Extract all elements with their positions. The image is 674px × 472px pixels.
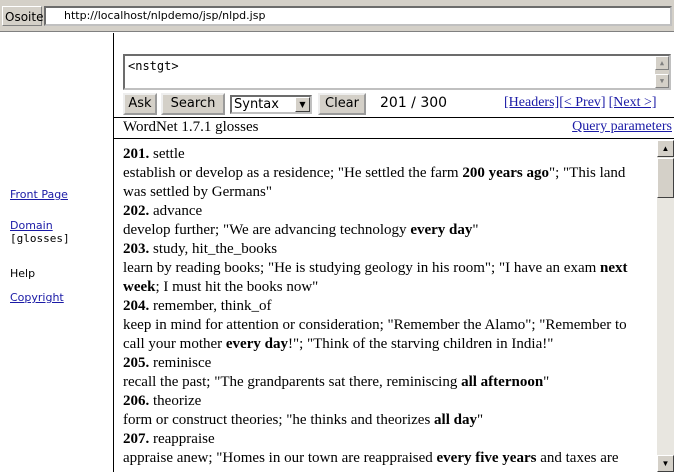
scroll-down-icon[interactable]: ▼ [655,74,669,88]
entry-word: advance [149,203,203,219]
entry-word: theorize [149,393,202,409]
entry-heading: 205. reminisce [123,354,648,373]
result-entry: 204. remember, think_of keep in mind for … [123,297,648,354]
scroll-down-icon[interactable]: ▼ [657,455,674,472]
entry-word: settle [149,146,185,162]
query-parameters-link[interactable]: Query parameters [572,119,672,135]
sidebar: Front Page Domain [glosses] Help Copyrig… [0,33,113,472]
entry-heading: 203. study, hit_the_books [123,240,648,259]
result-entry: 203. study, hit_the_books learn by readin… [123,240,648,297]
entry-heading: 207. reappraise [123,430,648,449]
next-link[interactable]: [Next >] [609,95,657,110]
entry-number: 203. [123,241,150,257]
entry-gloss: learn by reading books; "He is studying … [123,260,628,295]
results-title: WordNet 1.7.1 glosses [123,119,259,135]
ask-button[interactable]: Ask [123,93,157,115]
mode-selected: Syntax [234,97,279,112]
result-entry: 207. reappraise appraise anew; "Homes in … [123,430,648,468]
entry-number: 202. [123,203,150,219]
address-bar: Osoite http://localhost/nlpdemo/jsp/nlpd… [0,0,674,32]
domain-link[interactable]: Domain [10,219,53,232]
divider [113,117,674,118]
prev-link[interactable]: [< Prev] [559,95,605,110]
entry-gloss: develop further; "We are advancing techn… [123,222,479,238]
entry-number: 205. [123,355,150,371]
query-scrollbar[interactable]: ▲ ▼ [655,56,669,88]
domain-sub-label: [glosses] [10,232,70,245]
results-scrollbar[interactable]: ▲ ▼ [657,140,674,472]
entry-word: remember, think_of [149,298,272,314]
url-input[interactable]: http://localhost/nlpdemo/jsp/nlpd.jsp [44,6,672,26]
entry-number: 206. [123,393,150,409]
entry-gloss: keep in mind for attention or considerat… [123,317,627,352]
result-entry: 206. theorize form or construct theories;… [123,392,648,430]
result-nav: [Headers][< Prev] [Next >] [504,95,657,111]
entry-gloss: appraise anew; "Homes in our town are re… [123,450,619,466]
query-text: <nstgt> [128,59,179,73]
entry-word: reappraise [149,431,215,447]
help-label: Help [10,267,36,280]
query-textarea[interactable]: <nstgt> ▲ ▼ [123,54,671,90]
clear-button[interactable]: Clear [318,93,366,115]
result-entry: 201. settle establish or develop as a res… [123,145,648,202]
entry-gloss: recall the past; "The grandparents sat t… [123,374,550,390]
front-page-link[interactable]: Front Page [10,188,68,201]
results-list: 201. settle establish or develop as a res… [114,140,657,472]
chevron-down-icon[interactable]: ▼ [295,97,310,112]
result-entry: 205. reminisce recall the past; "The gran… [123,354,648,392]
mode-select[interactable]: Syntax ▼ [230,95,312,114]
entry-gloss: establish or develop as a residence; "He… [123,165,626,200]
scroll-up-icon[interactable]: ▲ [657,140,674,157]
entry-heading: 202. advance [123,202,648,221]
address-label: Osoite [2,6,43,26]
search-button[interactable]: Search [161,93,225,115]
headers-link[interactable]: [Headers] [504,95,559,110]
entry-gloss: form or construct theories; "he thinks a… [123,412,484,428]
entry-word: reminisce [149,355,212,371]
entry-number: 201. [123,146,150,162]
result-entry: 202. advance develop further; "We are adv… [123,202,648,240]
divider [113,138,674,139]
entry-heading: 206. theorize [123,392,648,411]
entry-heading: 201. settle [123,145,648,164]
entry-number: 204. [123,298,150,314]
scroll-thumb[interactable] [657,158,674,198]
entry-word: study, hit_the_books [149,241,278,257]
entry-heading: 204. remember, think_of [123,297,648,316]
result-counter: 201 / 300 [380,95,448,111]
scroll-up-icon[interactable]: ▲ [655,56,669,70]
copyright-link[interactable]: Copyright [10,291,64,304]
entry-number: 207. [123,431,150,447]
